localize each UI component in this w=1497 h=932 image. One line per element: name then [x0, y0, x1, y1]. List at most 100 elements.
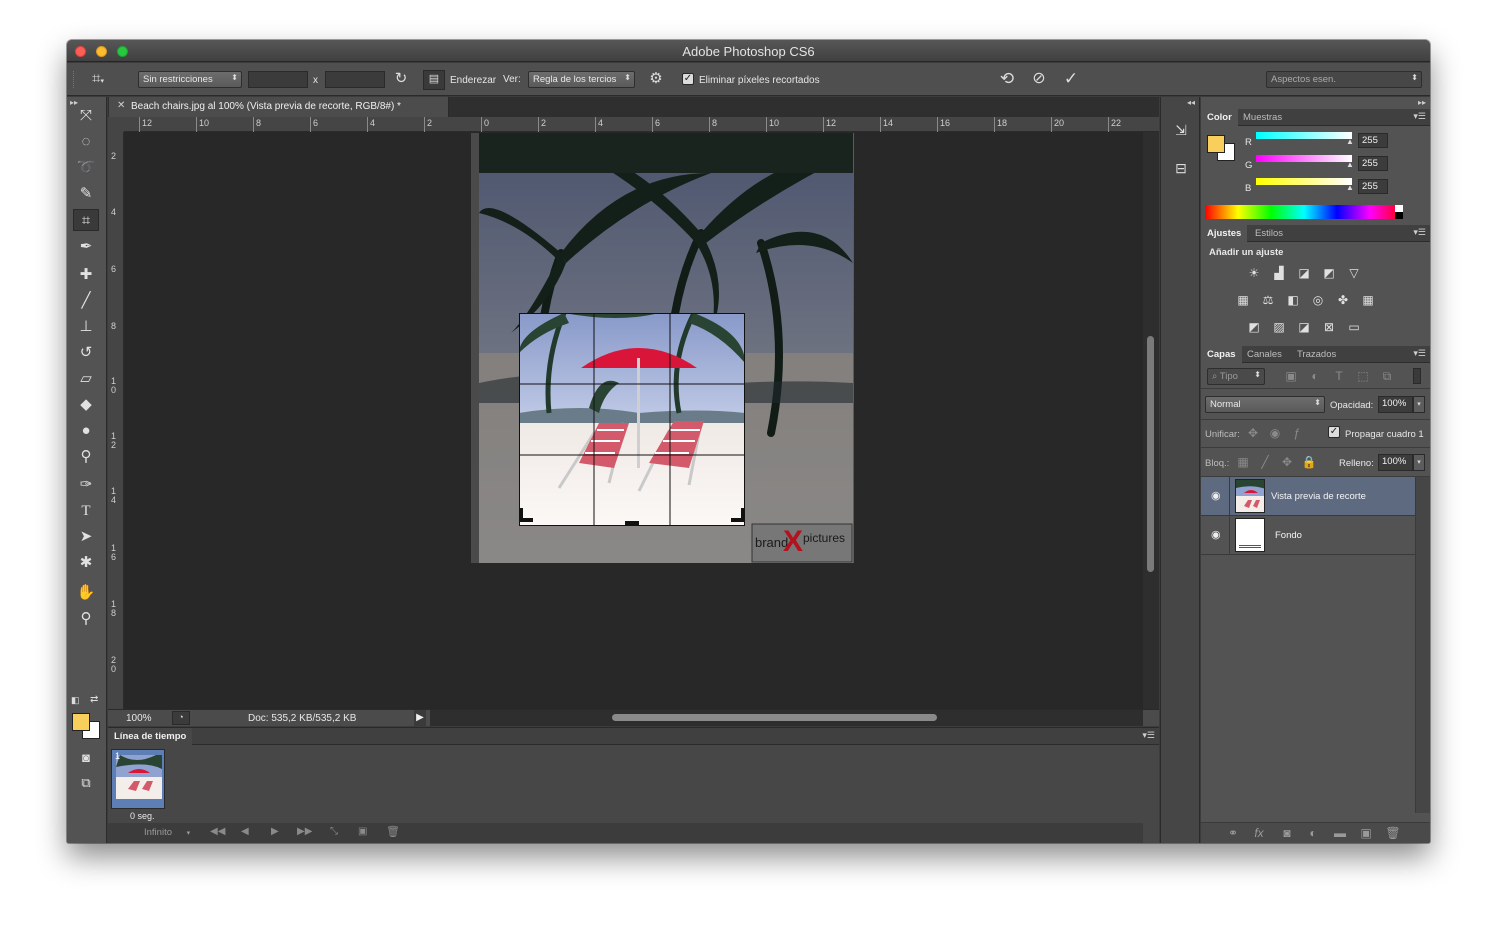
undo-icon[interactable]: ⟲: [997, 70, 1017, 87]
document-image[interactable]: brand X pictures: [471, 133, 854, 563]
tab-paths[interactable]: Trazados: [1291, 346, 1342, 363]
play-icon[interactable]: ▶: [271, 826, 279, 837]
filter-smart-object-icon[interactable]: ⧉: [1379, 368, 1395, 384]
hue-saturation-icon[interactable]: ▦: [1235, 292, 1251, 308]
eyedropper-tool[interactable]: ✒: [73, 236, 99, 258]
unify-position-icon[interactable]: ✥: [1245, 425, 1261, 441]
checkmark-icon[interactable]: ✓: [1061, 70, 1081, 87]
status-menu-arrow-icon[interactable]: ▶: [414, 710, 426, 726]
new-layer-icon[interactable]: ▣: [1358, 825, 1374, 841]
close-tab-icon[interactable]: ✕: [117, 100, 125, 111]
tab-channels[interactable]: Canales: [1241, 346, 1288, 363]
filter-shape-icon[interactable]: ⬚: [1355, 368, 1371, 384]
ratio-preset-select[interactable]: Sin restricciones ⬍: [138, 71, 242, 88]
delete-frame-icon[interactable]: 🗑: [386, 825, 400, 838]
color-lookup-icon[interactable]: ▦: [1360, 292, 1376, 308]
lock-all-icon[interactable]: 🔒: [1301, 454, 1317, 470]
vertical-ruler[interactable]: 2 4 6 8 1 0 1 2 1 4 1 6 1 8 2 0: [108, 132, 124, 709]
crop-icon[interactable]: ⌗▾: [87, 71, 109, 90]
overlay-select[interactable]: Regla de los tercios ⬍: [528, 71, 635, 88]
clone-stamp-tool[interactable]: ⊥: [73, 316, 99, 338]
type-tool[interactable]: T: [73, 500, 99, 522]
crop-tool[interactable]: ⌗: [73, 209, 99, 231]
healing-brush-tool[interactable]: ✚: [73, 264, 99, 286]
history-panel-icon[interactable]: ⇲: [1171, 122, 1191, 142]
straighten-icon[interactable]: ▤: [423, 70, 445, 90]
straighten-label[interactable]: Enderezar: [450, 75, 496, 86]
g-value-input[interactable]: 255: [1358, 156, 1388, 171]
layer-style-icon[interactable]: fx: [1251, 825, 1267, 841]
marquee-tool[interactable]: ◌: [73, 131, 99, 153]
r-slider[interactable]: [1256, 132, 1352, 139]
filter-type-icon[interactable]: T: [1331, 368, 1347, 384]
animation-frame[interactable]: 1 0 seg.: [111, 749, 165, 821]
b-slider[interactable]: [1256, 178, 1352, 185]
layer-name[interactable]: Vista previa de recorte: [1271, 491, 1366, 502]
tab-layers[interactable]: Capas: [1201, 346, 1242, 363]
properties-panel-icon[interactable]: ⊟: [1171, 160, 1191, 180]
panel-collapse-icon[interactable]: ◂◂: [1187, 98, 1195, 107]
quick-mask-icon[interactable]: ◙: [73, 747, 99, 769]
visibility-eye-icon[interactable]: ◉: [1211, 528, 1221, 541]
color-fg-swatch[interactable]: [1207, 135, 1225, 153]
new-group-icon[interactable]: ▬: [1332, 825, 1348, 841]
gear-icon[interactable]: ⚙: [645, 71, 667, 87]
levels-icon[interactable]: ▟: [1271, 265, 1287, 281]
tab-adjustments[interactable]: Ajustes: [1201, 225, 1248, 242]
link-layers-icon[interactable]: ⚭: [1225, 825, 1241, 841]
paint-bucket-tool[interactable]: ◆: [73, 394, 99, 416]
layers-scrollbar[interactable]: [1415, 477, 1430, 813]
foreground-color-swatch[interactable]: [72, 713, 90, 731]
threshold-icon[interactable]: ◪: [1296, 319, 1312, 335]
swap-icon[interactable]: ↻: [391, 71, 411, 87]
path-select-tool[interactable]: ➤: [73, 526, 99, 548]
next-frame-icon[interactable]: ▶▶: [297, 826, 312, 837]
curves-icon[interactable]: ◪: [1296, 265, 1312, 281]
panel-menu-icon[interactable]: ▾☰: [1413, 111, 1426, 122]
brush-tool[interactable]: ╱: [73, 290, 99, 312]
filter-toggle[interactable]: [1413, 368, 1421, 384]
slider-handle-icon[interactable]: ▲: [1346, 160, 1354, 169]
layer-row-crop-preview[interactable]: ◉ Vista previa de recorte: [1201, 477, 1415, 516]
lock-image-icon[interactable]: ╱: [1257, 454, 1273, 470]
filter-adjustment-icon[interactable]: ◐: [1307, 368, 1323, 384]
horizontal-scroll-thumb[interactable]: [612, 714, 937, 721]
filter-pixel-icon[interactable]: ▣: [1283, 368, 1299, 384]
lock-transparent-icon[interactable]: ▦: [1235, 454, 1251, 470]
opacity-input[interactable]: 100%: [1378, 396, 1413, 413]
crop-height-input[interactable]: [325, 71, 385, 88]
hand-tool[interactable]: ✋: [73, 582, 99, 604]
r-value-input[interactable]: 255: [1358, 133, 1388, 148]
blend-mode-select[interactable]: Normal ⬍: [1205, 396, 1325, 413]
add-mask-icon[interactable]: ◙: [1279, 825, 1295, 841]
status-preview-icon[interactable]: ◔: [172, 711, 190, 725]
brightness-contrast-icon[interactable]: ☀: [1246, 265, 1262, 281]
layer-name[interactable]: Fondo: [1275, 530, 1302, 541]
posterize-icon[interactable]: ▨: [1271, 319, 1287, 335]
visibility-eye-icon[interactable]: ◉: [1211, 489, 1221, 502]
vertical-scrollbar[interactable]: [1143, 132, 1159, 709]
panel-menu-icon[interactable]: ▾☰: [1413, 227, 1426, 238]
vertical-scroll-thumb[interactable]: [1147, 336, 1154, 572]
lock-position-icon[interactable]: ✥: [1279, 454, 1295, 470]
default-colors-icon[interactable]: ◧: [71, 695, 80, 706]
move-tool[interactable]: ⤧: [73, 105, 99, 127]
panel-menu-icon[interactable]: ▾☰: [1413, 348, 1426, 359]
new-adjustment-layer-icon[interactable]: ◐: [1305, 825, 1321, 841]
layer-row-background[interactable]: ◉ Fondo: [1201, 516, 1415, 555]
first-frame-icon[interactable]: ◀◀: [210, 826, 225, 837]
shape-tool[interactable]: ✱: [73, 552, 99, 574]
dodge-tool[interactable]: ⚲: [73, 446, 99, 468]
spectrum-ramp[interactable]: [1205, 205, 1403, 219]
photo-filter-icon[interactable]: ◎: [1310, 292, 1326, 308]
b-value-input[interactable]: 255: [1358, 179, 1388, 194]
loop-select[interactable]: Infinito ▾: [144, 827, 190, 838]
fill-input[interactable]: 100%: [1378, 454, 1413, 471]
blur-tool[interactable]: ●: [73, 420, 99, 442]
tab-styles[interactable]: Estilos: [1249, 225, 1289, 242]
tween-icon[interactable]: ⤡: [330, 826, 338, 837]
zoom-level[interactable]: 100%: [126, 713, 152, 724]
unify-visibility-icon[interactable]: ◉: [1267, 425, 1283, 441]
fill-dropdown-icon[interactable]: ▾: [1413, 454, 1425, 471]
selective-color-icon[interactable]: ⊠: [1321, 319, 1337, 335]
